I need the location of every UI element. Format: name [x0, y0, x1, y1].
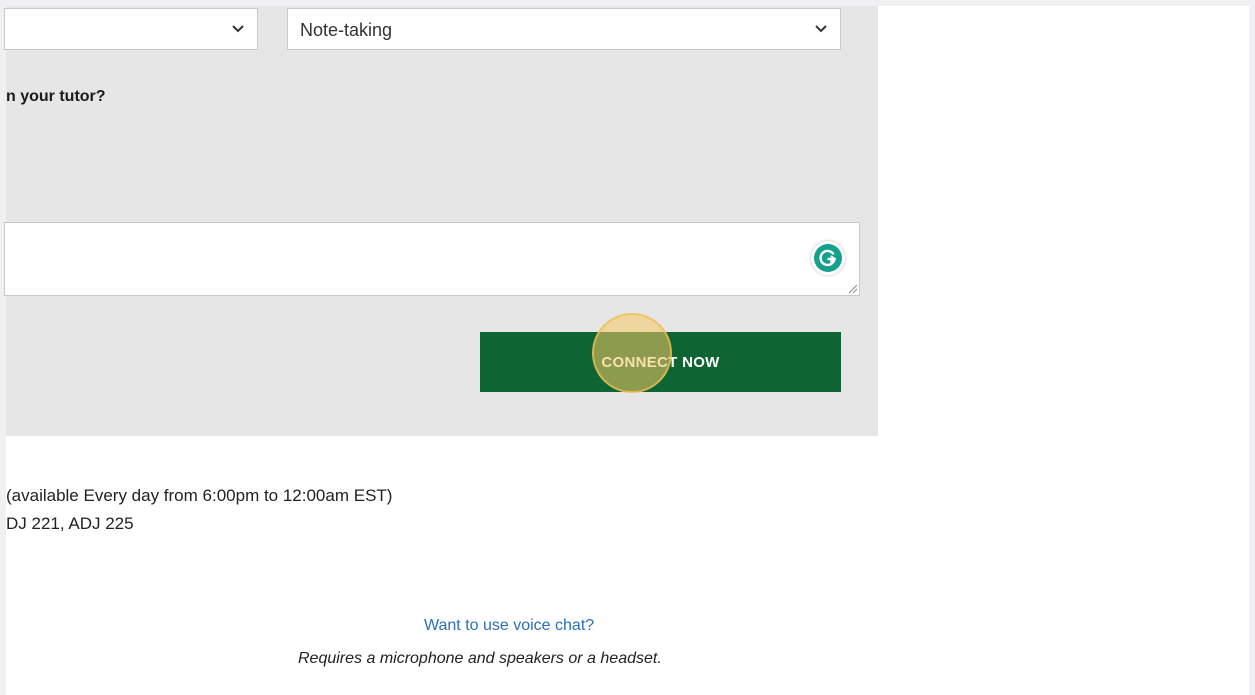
- grammarly-icon-inner: [814, 244, 842, 272]
- message-textarea[interactable]: [4, 222, 860, 296]
- chevron-down-icon: [815, 25, 827, 33]
- grammarly-icon[interactable]: [811, 241, 845, 275]
- voice-chat-link[interactable]: Want to use voice chat?: [424, 617, 594, 635]
- subject-select[interactable]: [4, 8, 258, 50]
- page: Note-taking n your tutor? CONNECT NOW (a…: [4, 6, 1249, 695]
- connect-now-button[interactable]: CONNECT NOW: [480, 332, 841, 392]
- availability-text: (available Every day from 6:00pm to 12:0…: [6, 486, 393, 505]
- resize-grip-icon[interactable]: [848, 284, 858, 294]
- tutor-question-label: n your tutor?: [6, 88, 106, 105]
- topic-select-value: Note-taking: [300, 20, 393, 40]
- grammarly-g-glyph: [819, 249, 837, 267]
- chevron-down-icon: [232, 25, 244, 33]
- connect-form-panel: Note-taking n your tutor? CONNECT NOW: [4, 6, 878, 436]
- course-list-text: DJ 221, ADJ 225: [6, 514, 134, 533]
- voice-chat-requirements: Requires a microphone and speakers or a …: [298, 650, 662, 667]
- topic-select[interactable]: Note-taking: [287, 8, 841, 50]
